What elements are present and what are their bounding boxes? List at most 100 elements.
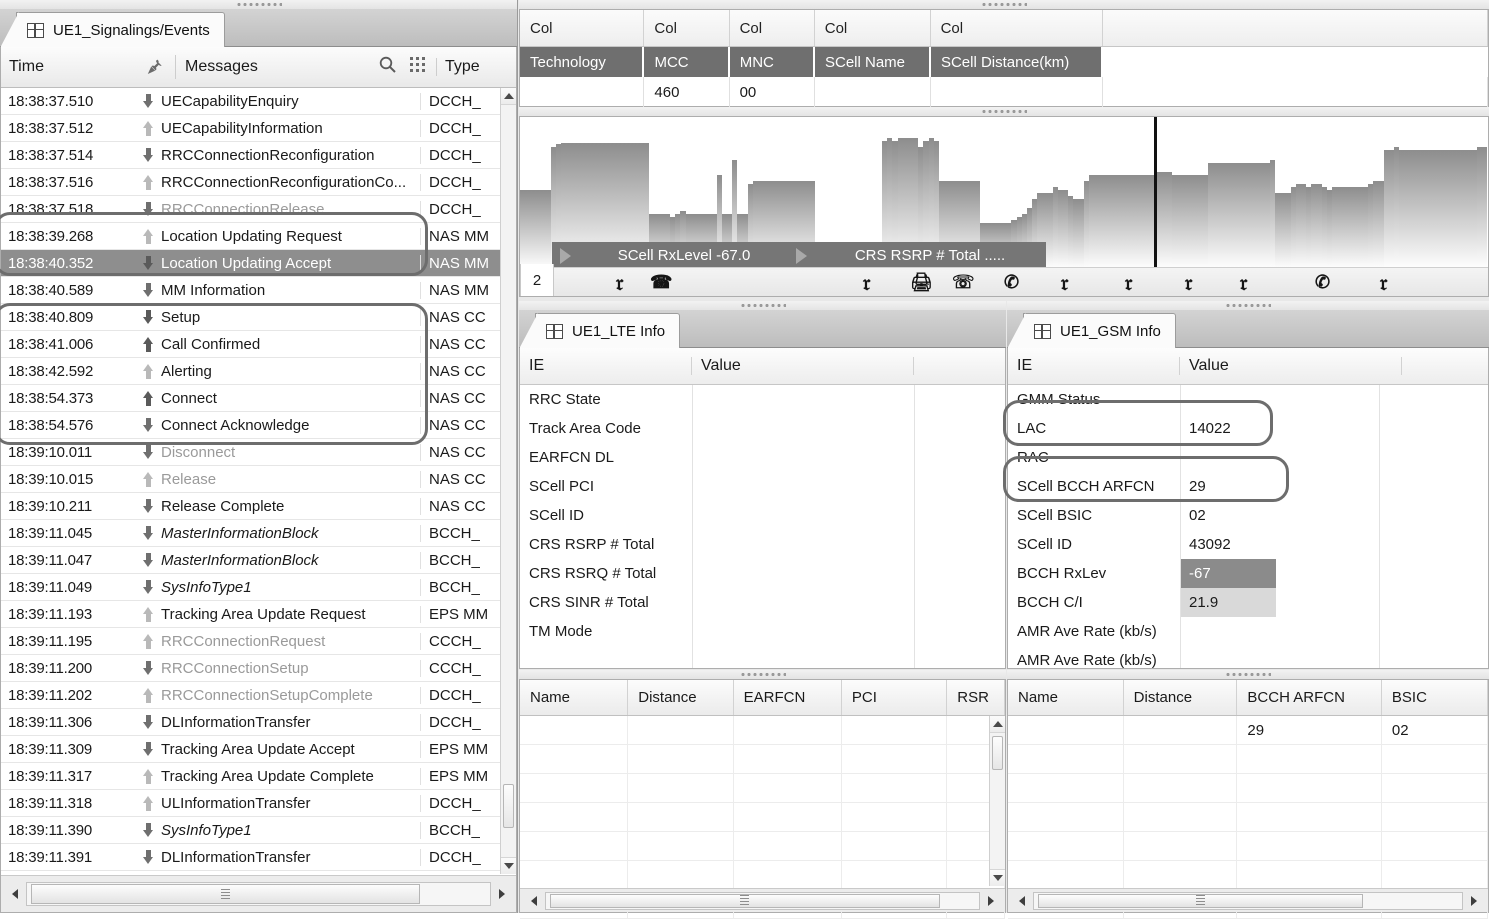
scroll-down-button[interactable] bbox=[501, 857, 516, 874]
coltable-column-header[interactable]: Col bbox=[931, 10, 1103, 46]
table-row[interactable] bbox=[1008, 745, 1488, 774]
signalling-row[interactable]: 18:39:11.045 MasterInformationBlock BCCH_ bbox=[1, 520, 500, 547]
hscroll-track[interactable] bbox=[1033, 891, 1463, 910]
ie-value-row[interactable]: SCell BSIC 02 bbox=[1008, 501, 1488, 530]
chart-cursor-line[interactable] bbox=[1154, 117, 1158, 269]
scroll-up-button[interactable] bbox=[990, 716, 1005, 733]
signalling-row[interactable]: 18:38:39.268 Location Updating Request NAS… bbox=[1, 223, 500, 250]
signalling-row[interactable]: 18:39:11.317 Tracking Area Update Complet… bbox=[1, 763, 500, 790]
neighbor-column-header[interactable]: Name bbox=[520, 680, 629, 715]
coltable-column-header[interactable]: Col bbox=[730, 10, 815, 46]
R-icon[interactable]: 𝔯 bbox=[1185, 270, 1192, 295]
signalling-row[interactable]: 18:38:37.516 RRCConnectionReconfiguration… bbox=[1, 169, 500, 196]
signalling-row[interactable]: 18:39:11.195 RRCConnectionRequest CCCH_ bbox=[1, 628, 500, 655]
phone-handover-icon[interactable]: ✆ bbox=[1004, 270, 1019, 295]
ie-value-row[interactable]: SCell BCCH ARFCN 29 bbox=[1008, 472, 1488, 501]
hscroll-thumb[interactable] bbox=[31, 884, 420, 904]
neighbor-column-header[interactable]: Distance bbox=[628, 680, 734, 715]
chart-label-crs-rsrp[interactable]: CRS RSRP # Total ..... bbox=[788, 242, 1046, 269]
table-row[interactable] bbox=[520, 803, 1005, 832]
ie-value-row[interactable]: CRS RSRQ # Total bbox=[520, 559, 1005, 588]
coltable-grip[interactable] bbox=[519, 0, 1489, 9]
hscroll-track[interactable] bbox=[26, 882, 491, 906]
chart-grip[interactable] bbox=[519, 107, 1489, 116]
gsm-panel-grip[interactable] bbox=[1007, 301, 1489, 310]
R-icon[interactable]: 𝔯 bbox=[863, 270, 870, 295]
neighbor-column-header[interactable]: Name bbox=[1008, 680, 1124, 715]
table-row[interactable] bbox=[1008, 803, 1488, 832]
scroll-up-button[interactable] bbox=[501, 88, 516, 105]
hscroll-track[interactable] bbox=[545, 891, 980, 910]
table-row[interactable] bbox=[1008, 861, 1488, 890]
phone-handover-icon[interactable]: ✆ bbox=[1315, 270, 1330, 295]
signalling-row[interactable]: 18:39:10.011 Disconnect NAS CC bbox=[1, 439, 500, 466]
signalling-row[interactable]: 18:38:41.006 Call Confirmed NAS CC bbox=[1, 331, 500, 358]
scroll-left-button[interactable] bbox=[4, 882, 26, 906]
signalling-row[interactable]: 18:39:11.049 SysInfoType1 BCCH_ bbox=[1, 574, 500, 601]
scrollbar-thumb[interactable] bbox=[503, 784, 514, 828]
signalling-row[interactable]: 18:38:37.514 RRCConnectionReconfiguration… bbox=[1, 142, 500, 169]
ie-value-row[interactable]: CRS SINR # Total bbox=[520, 588, 1005, 617]
signalling-row[interactable]: 18:38:42.592 Alerting NAS CC bbox=[1, 358, 500, 385]
signalling-row[interactable]: 18:39:11.200 RRCConnectionSetup CCCH_ bbox=[1, 655, 500, 682]
scroll-down-button[interactable] bbox=[990, 869, 1005, 886]
table-row[interactable] bbox=[520, 774, 1005, 803]
table-row[interactable] bbox=[1008, 832, 1488, 861]
scroll-left-button[interactable] bbox=[523, 889, 545, 913]
signalling-row[interactable]: 18:39:11.047 MasterInformationBlock BCCH_ bbox=[1, 547, 500, 574]
neighbor-column-header[interactable]: BSIC bbox=[1382, 680, 1488, 715]
table-row[interactable] bbox=[520, 745, 1005, 774]
table-row[interactable]: 29 02 bbox=[1008, 716, 1488, 745]
signalling-row[interactable]: 18:38:40.589 MM Information NAS MM bbox=[1, 277, 500, 304]
R-icon[interactable]: 𝔯 bbox=[1380, 270, 1387, 295]
signalling-row[interactable]: 18:39:11.318 ULInformationTransfer DCCH_ bbox=[1, 790, 500, 817]
signalling-row[interactable]: 18:38:40.809 Setup NAS CC bbox=[1, 304, 500, 331]
lte-neighbor-grip[interactable] bbox=[519, 670, 1006, 679]
tab-ue1-signalings-events[interactable]: UE1_Signalings/Events bbox=[16, 12, 225, 47]
coltable-column-header[interactable]: Col bbox=[815, 10, 931, 46]
gsm-neighbor-grip[interactable] bbox=[1007, 670, 1489, 679]
gsm-neighbor-hscroll[interactable] bbox=[1008, 888, 1488, 912]
column-header-ie[interactable]: IE bbox=[520, 357, 692, 375]
ie-value-row[interactable]: CRS RSRP # Total bbox=[520, 530, 1005, 559]
phone-hangup-icon[interactable]: ☎ bbox=[650, 270, 672, 295]
neighbor-column-header[interactable]: PCI bbox=[842, 680, 948, 715]
scroll-right-button[interactable] bbox=[980, 889, 1002, 913]
signalling-vertical-scrollbar[interactable] bbox=[500, 88, 516, 874]
ie-value-row[interactable]: AMR Ave Rate (kb/s) bbox=[1008, 617, 1488, 646]
column-header-ie[interactable]: IE bbox=[1008, 357, 1180, 375]
ie-value-row[interactable]: RAC bbox=[1008, 443, 1488, 472]
signalling-row[interactable]: 18:39:10.211 Release Complete NAS CC bbox=[1, 493, 500, 520]
column-header-type[interactable]: Type bbox=[436, 58, 516, 76]
neighbor-column-header[interactable]: EARFCN bbox=[734, 680, 842, 715]
signalling-row[interactable]: 18:39:11.193 Tracking Area Update Request… bbox=[1, 601, 500, 628]
fax-icon[interactable]: 🖨 bbox=[910, 270, 933, 295]
column-header-value[interactable]: Value bbox=[692, 357, 914, 375]
neighbor-column-header[interactable]: BCCH ARFCN bbox=[1237, 680, 1382, 715]
signalling-row[interactable]: 18:39:11.306 DLInformationTransfer DCCH_ bbox=[1, 709, 500, 736]
coltable-column-header[interactable]: Col bbox=[520, 10, 645, 46]
neighbor-column-header[interactable]: Distance bbox=[1124, 680, 1238, 715]
R-icon[interactable]: 𝔯 bbox=[616, 270, 623, 295]
signalling-row[interactable]: 18:38:54.373 Connect NAS CC bbox=[1, 385, 500, 412]
phone-incoming-icon[interactable]: ☏ bbox=[952, 270, 975, 295]
table-row[interactable] bbox=[1008, 774, 1488, 803]
scroll-left-button[interactable] bbox=[1011, 889, 1033, 913]
table-row[interactable] bbox=[520, 861, 1005, 890]
neighbor-column-header[interactable]: RSR bbox=[947, 680, 1005, 715]
signalling-row[interactable]: 18:39:11.309 Tracking Area Update Accept E… bbox=[1, 736, 500, 763]
lte-panel-grip[interactable] bbox=[519, 301, 1006, 310]
ie-value-row[interactable]: SCell PCI bbox=[520, 472, 1005, 501]
scrollbar-thumb[interactable] bbox=[992, 736, 1003, 770]
signalling-rows-container[interactable]: 18:38:37.510 UECapabilityEnquiry DCCH_ 18:3… bbox=[1, 88, 500, 874]
search-icon[interactable] bbox=[378, 55, 397, 79]
column-header-value[interactable]: Value bbox=[1180, 357, 1402, 375]
signalling-row[interactable]: 18:39:11.202 RRCConnectionSetupComplete DC… bbox=[1, 682, 500, 709]
signalling-row[interactable]: 18:39:11.391 DLInformationTransfer DCCH_ bbox=[1, 844, 500, 871]
ie-value-row[interactable]: LAC 14022 bbox=[1008, 414, 1488, 443]
ie-value-row[interactable]: EARFCN DL bbox=[520, 443, 1005, 472]
lte-neighbor-hscroll[interactable] bbox=[520, 888, 1005, 912]
signalling-row[interactable]: 18:38:37.512 UECapabilityInformation DCCH_ bbox=[1, 115, 500, 142]
hscroll-thumb[interactable] bbox=[550, 893, 940, 908]
hscroll-thumb[interactable] bbox=[1038, 893, 1364, 908]
